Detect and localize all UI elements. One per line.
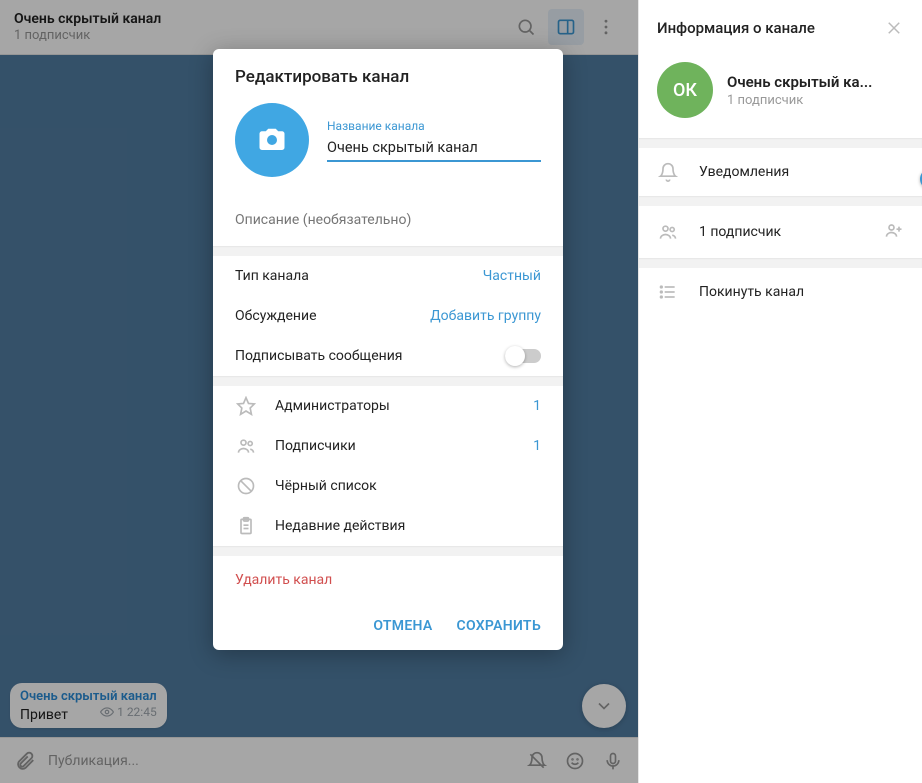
sidebar-subscriber-count: 1 подписчик (727, 93, 904, 108)
clipboard-icon (235, 516, 257, 536)
discussion-label: Обсуждение (235, 308, 317, 324)
camera-icon (257, 125, 287, 155)
close-icon[interactable] (882, 16, 906, 40)
blacklist-label: Чёрный список (275, 478, 377, 494)
administrators-row[interactable]: Администраторы 1 (213, 386, 563, 426)
recent-actions-row[interactable]: Недавние действия (213, 506, 563, 546)
members-row[interactable]: 1 подписчик (639, 206, 922, 258)
members-label: 1 подписчик (699, 224, 781, 240)
channel-description-input[interactable] (235, 212, 541, 228)
discussion-row[interactable]: Обсуждение Добавить группу (213, 296, 563, 336)
avatar: ОК (657, 62, 713, 118)
subscribers-row[interactable]: Подписчики 1 (213, 426, 563, 466)
channel-type-label: Тип канала (235, 268, 309, 284)
sidebar-title: Информация о канале (657, 19, 815, 37)
leave-channel-row[interactable]: Покинуть канал (639, 268, 922, 316)
sign-messages-label: Подписывать сообщения (235, 348, 402, 364)
leave-channel-label: Покинуть канал (699, 284, 804, 300)
divider (639, 196, 922, 206)
divider (213, 376, 563, 386)
sign-messages-toggle[interactable] (505, 349, 541, 363)
ban-icon (235, 476, 257, 496)
channel-info-sidebar: Информация о канале ОК Очень скрытый ка.… (638, 0, 922, 783)
divider (213, 546, 563, 556)
recent-actions-label: Недавние действия (275, 518, 405, 534)
notifications-label: Уведомления (699, 164, 789, 180)
divider (639, 138, 922, 148)
blacklist-row[interactable]: Чёрный список (213, 466, 563, 506)
sidebar-profile[interactable]: ОК Очень скрытый ка... 1 подписчик (639, 54, 922, 138)
notifications-row[interactable]: Уведомления (639, 148, 922, 196)
bell-icon (657, 162, 679, 182)
channel-photo-button[interactable] (235, 103, 309, 177)
channel-name-label: Название канала (327, 119, 541, 133)
delete-channel-button[interactable]: Удалить канал (213, 556, 563, 604)
channel-name-input[interactable] (327, 139, 541, 162)
add-member-icon[interactable] (884, 220, 904, 244)
discussion-value: Добавить группу (430, 308, 541, 324)
save-button[interactable]: СОХРАНИТЬ (457, 618, 541, 634)
star-icon (235, 396, 257, 416)
modal-title: Редактировать канал (213, 49, 563, 97)
divider (213, 246, 563, 256)
cancel-button[interactable]: ОТМЕНА (373, 618, 432, 634)
sidebar-channel-name: Очень скрытый ка... (727, 73, 904, 91)
channel-type-value: Частный (483, 268, 541, 284)
subscribers-count: 1 (533, 438, 541, 454)
edit-channel-modal: Редактировать канал Название канала Тип … (213, 49, 563, 650)
channel-type-row[interactable]: Тип канала Частный (213, 256, 563, 296)
people-icon (657, 222, 679, 242)
administrators-count: 1 (533, 398, 541, 414)
list-icon (657, 282, 679, 302)
administrators-label: Администраторы (275, 398, 390, 414)
divider (639, 258, 922, 268)
subscribers-label: Подписчики (275, 438, 356, 454)
people-icon (235, 436, 257, 456)
chat-area: Очень скрытый канал 1 подписчик Очень ск… (0, 0, 638, 783)
sign-messages-row[interactable]: Подписывать сообщения (213, 336, 563, 376)
